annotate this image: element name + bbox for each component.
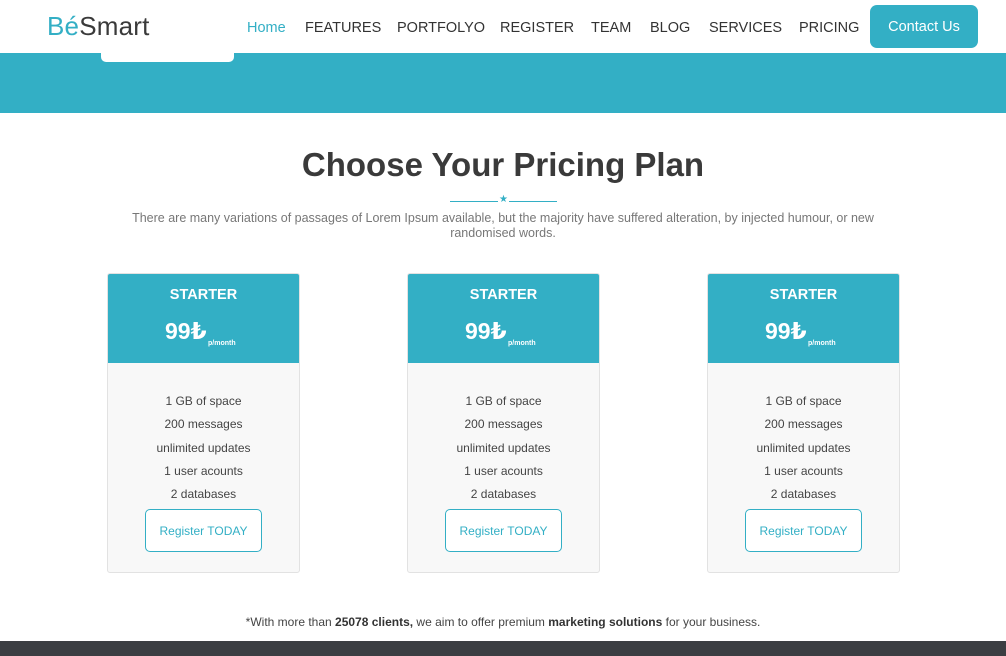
plan-period: p/month bbox=[508, 340, 536, 347]
plan-name: STARTER bbox=[769, 287, 838, 303]
plan-period: p/month bbox=[808, 340, 836, 347]
nav-team[interactable]: TEAM bbox=[591, 19, 631, 37]
feature-item: 2 databases bbox=[770, 487, 837, 501]
plan-name: STARTER bbox=[469, 287, 538, 303]
plan-features: 1 GB of space 200 messages unlimited upd… bbox=[108, 392, 299, 508]
banner-card-edge bbox=[101, 53, 234, 62]
pricing-title: Choose Your Pricing Plan bbox=[301, 146, 705, 183]
plan-price: 99₺ bbox=[465, 318, 507, 344]
title-divider: ★ bbox=[450, 194, 557, 206]
plan-period: p/month bbox=[208, 340, 236, 347]
clients-footnote: *With more than 25078 clients, we aim to… bbox=[0, 615, 1006, 630]
nav-home[interactable]: Home bbox=[247, 19, 286, 37]
nav-services[interactable]: SERVICES bbox=[709, 19, 782, 37]
feature-item: 1 user acounts bbox=[464, 463, 543, 478]
pricing-card-header: STARTER 99₺ p/month bbox=[408, 274, 599, 363]
pricing-card-2: STARTER 99₺ p/month 1 GB of space 200 me… bbox=[407, 273, 600, 573]
feature-item: 1 GB of space bbox=[465, 394, 542, 408]
plan-features: 1 GB of space 200 messages unlimited upd… bbox=[708, 392, 899, 508]
plan-price: 99₺ bbox=[165, 318, 207, 344]
pricing-card-1: STARTER 99₺ p/month 1 GB of space 200 me… bbox=[107, 273, 300, 573]
feature-item: 200 messages bbox=[464, 417, 543, 432]
feature-item: unlimited updates bbox=[756, 440, 851, 455]
footnote-text: *With more than bbox=[245, 615, 336, 629]
feature-item: 1 user acounts bbox=[164, 463, 243, 478]
nav-register[interactable]: REGISTER bbox=[500, 19, 574, 37]
star-icon: ★ bbox=[499, 194, 508, 205]
contact-us-button[interactable]: Contact Us bbox=[870, 5, 978, 48]
navbar: BéSmart Home FEATURES PORTFOLYO REGISTER… bbox=[0, 0, 1006, 53]
feature-item: 1 user acounts bbox=[764, 463, 843, 478]
register-today-button[interactable]: Register TODAY bbox=[745, 509, 862, 552]
client-count: 25078 clients, bbox=[335, 615, 414, 629]
nav-portfolyo[interactable]: PORTFOLYO bbox=[397, 19, 485, 37]
pricing-subtitle: There are many variations of passages of… bbox=[132, 211, 874, 240]
nav-blog[interactable]: BLOG bbox=[650, 19, 690, 37]
register-today-button[interactable]: Register TODAY bbox=[445, 509, 562, 552]
feature-item: 1 GB of space bbox=[765, 394, 842, 408]
hero-banner bbox=[0, 53, 1006, 113]
main-nav: Home FEATURES PORTFOLYO REGISTER TEAM BL… bbox=[0, 19, 1006, 37]
feature-item: unlimited updates bbox=[156, 440, 251, 455]
plan-price: 99₺ bbox=[765, 318, 807, 344]
footnote-text: we aim to offer premium bbox=[413, 615, 549, 629]
plan-features: 1 GB of space 200 messages unlimited upd… bbox=[408, 392, 599, 508]
nav-features[interactable]: FEATURES bbox=[305, 19, 381, 37]
divider-line-right bbox=[509, 201, 557, 202]
footnote-text: for your business. bbox=[662, 615, 761, 629]
plan-name: STARTER bbox=[169, 287, 238, 303]
feature-item: 200 messages bbox=[764, 417, 843, 432]
feature-item: 1 GB of space bbox=[165, 394, 242, 408]
pricing-card-header: STARTER 99₺ p/month bbox=[108, 274, 299, 363]
pricing-card-header: STARTER 99₺ p/month bbox=[708, 274, 899, 363]
feature-item: 200 messages bbox=[164, 417, 243, 432]
feature-item: 2 databases bbox=[170, 487, 237, 501]
feature-item: 2 databases bbox=[470, 487, 537, 501]
nav-pricing[interactable]: PRICING bbox=[799, 19, 859, 37]
marketing-highlight: marketing solutions bbox=[548, 615, 663, 629]
feature-item: unlimited updates bbox=[456, 440, 551, 455]
footer bbox=[0, 641, 1006, 656]
pricing-card-3: STARTER 99₺ p/month 1 GB of space 200 me… bbox=[707, 273, 900, 573]
register-today-button[interactable]: Register TODAY bbox=[145, 509, 262, 552]
divider-line-left bbox=[450, 201, 498, 202]
